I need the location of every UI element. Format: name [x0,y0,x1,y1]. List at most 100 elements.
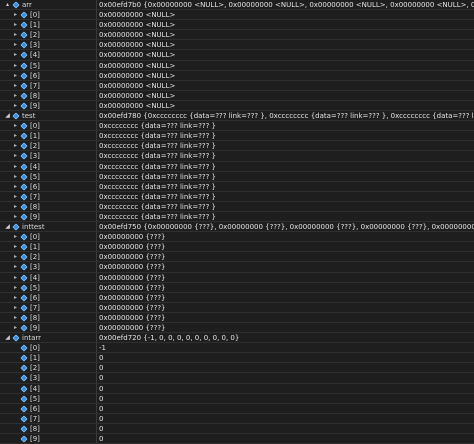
watch-row-element[interactable]: ▸ [4] 0x00000000 <NULL> [0,50,474,61]
value-cell[interactable]: 0 [97,404,474,413]
value-cell[interactable]: 0x00000000 <NULL> [97,91,474,100]
value-cell[interactable]: 0xcccccccc {data=??? link=??? } [97,121,474,130]
name-cell[interactable]: ▸ [4] [0,162,96,171]
name-cell[interactable]: ▸ [8] [0,91,96,100]
value-cell[interactable]: 0x00000000 <NULL> [97,20,474,29]
expand-arrow-icon[interactable]: ▸ [12,71,19,80]
watch-row-element[interactable]: ▸ [9] 0xcccccccc {data=??? link=??? } [0,212,474,223]
watch-row-element[interactable]: ▸ [8] 0x00000000 {???} [0,313,474,323]
value-cell[interactable]: 0xcccccccc {data=??? link=??? } [97,131,474,140]
expand-arrow-icon[interactable]: ▸ [12,50,19,59]
name-cell[interactable]: ▸ [5] [0,172,96,181]
expand-arrow-icon[interactable]: ▸ [12,81,19,90]
value-cell[interactable]: 0xcccccccc {data=??? link=??? } [97,212,474,221]
watch-row-element[interactable]: ▸ [0] 0xcccccccc {data=??? link=??? } [0,121,474,132]
name-cell[interactable]: ▸ [8] [0,202,96,211]
name-cell[interactable]: [0] [0,343,96,352]
watch-row-element[interactable]: [5] 0 [0,394,474,404]
expand-arrow-icon[interactable]: ▸ [12,141,19,150]
expand-arrow-icon[interactable]: ▸ [12,303,19,312]
watch-row-element[interactable]: ▸ [0] 0x00000000 {???} [0,232,474,243]
expand-arrow-icon[interactable]: ▸ [12,30,19,39]
name-cell[interactable]: ▸ [3] [0,262,96,271]
watch-row-root[interactable]: ◢ test 0x00efd780 {0xcccccccc {data=??? li… [0,111,474,122]
watch-row-element[interactable]: ▸ [7] 0xcccccccc {data=??? link=??? } [0,192,474,202]
expand-arrow-icon[interactable]: ▸ [12,192,19,201]
watch-row-element[interactable]: [4] 0 [0,384,474,394]
value-cell[interactable]: 0x00000000 <NULL> [97,50,474,59]
value-cell[interactable]: 0xcccccccc {data=??? link=??? } [97,202,474,211]
name-cell[interactable]: ▸ [1] [0,242,96,251]
name-cell[interactable]: [8] [0,424,96,433]
value-cell[interactable]: 0x00000000 {???} [97,242,474,251]
expand-arrow-icon[interactable]: ▸ [12,202,19,211]
value-cell[interactable]: -1 [97,343,474,352]
value-cell[interactable]: 0x00000000 <NULL> [97,40,474,49]
watch-row-element[interactable]: [2] 0 [0,363,474,374]
value-cell[interactable]: 0xcccccccc {data=??? link=??? } [97,172,474,181]
name-cell[interactable]: ▸ [0] [0,10,96,19]
name-cell[interactable]: ▸ [5] [0,283,96,292]
name-cell[interactable]: ▸ [4] [0,50,96,59]
watch-row-element[interactable]: ▸ [2] 0x00000000 <NULL> [0,30,474,41]
value-cell[interactable]: 0x00000000 {???} [97,303,474,312]
name-cell[interactable]: ▸ [1] [0,20,96,29]
name-cell[interactable]: ▸ [4] [0,273,96,282]
value-cell[interactable]: 0x00000000 {???} [97,232,474,241]
value-cell[interactable]: 0x00000000 <NULL> [97,81,474,90]
value-cell[interactable]: 0x00efd780 {0xcccccccc {data=??? link=??… [97,111,474,120]
watch-row-element[interactable]: ▸ [6] 0x00000000 {???} [0,293,474,303]
expand-arrow-icon[interactable]: ▸ [12,212,19,221]
watch-row-element[interactable]: ▸ [4] 0x00000000 {???} [0,273,474,283]
value-cell[interactable]: 0xcccccccc {data=??? link=??? } [97,162,474,171]
watch-row-element[interactable]: ▸ [0] 0x00000000 <NULL> [0,10,474,21]
name-cell[interactable]: ▸ [3] [0,151,96,160]
value-cell[interactable]: 0x00000000 <NULL> [97,10,474,19]
watch-row-root[interactable]: ◢ intarr 0x00efd720 {-1, 0, 0, 0, 0, 0, 0,… [0,333,474,344]
watch-row-element[interactable]: [9] 0 [0,434,474,444]
value-cell[interactable]: 0x00000000 {???} [97,313,474,322]
name-cell[interactable]: ▸ [0] [0,121,96,130]
watch-row-element[interactable]: ▸ [5] 0x00000000 {???} [0,283,474,293]
name-cell[interactable]: ▸ [8] [0,313,96,322]
name-cell[interactable]: ▴ arr [0,0,96,9]
watch-row-element[interactable]: ▸ [1] 0x00000000 <NULL> [0,20,474,31]
watch-row-element[interactable]: ▸ [7] 0x00000000 {???} [0,303,474,313]
value-cell[interactable]: 0x00000000 {???} [97,262,474,271]
value-cell[interactable]: 0 [97,394,474,403]
expand-arrow-icon[interactable]: ▸ [12,10,19,19]
watch-row-element[interactable]: ▸ [2] 0x00000000 {???} [0,252,474,263]
name-cell[interactable]: [5] [0,394,96,403]
name-cell[interactable]: ▸ [2] [0,252,96,261]
watch-row-element[interactable]: [3] 0 [0,373,474,384]
value-cell[interactable]: 0x00000000 <NULL> [97,101,474,110]
value-cell[interactable]: 0xcccccccc {data=??? link=??? } [97,192,474,201]
watch-row-element[interactable]: [6] 0 [0,404,474,414]
expand-arrow-icon[interactable]: ▸ [12,232,19,241]
expand-arrow-icon[interactable]: ▸ [12,313,19,322]
value-cell[interactable]: 0 [97,434,474,443]
expand-arrow-icon[interactable]: ▸ [12,323,19,332]
expand-arrow-icon[interactable]: ▸ [12,242,19,251]
name-cell[interactable]: ◢ test [0,111,96,120]
value-cell[interactable]: 0 [97,363,474,372]
name-cell[interactable]: ▸ [6] [0,182,96,191]
watch-row-element[interactable]: [1] 0 [0,353,474,364]
watch-row-root[interactable]: ◢ inttest 0x00efd750 {0x00000000 {???}, 0x… [0,222,474,233]
name-cell[interactable]: [6] [0,404,96,413]
collapse-arrow-icon[interactable]: ◢ [4,222,11,231]
watch-row-element[interactable]: [0] -1 [0,343,474,354]
value-cell[interactable]: 0xcccccccc {data=??? link=??? } [97,182,474,191]
expand-arrow-icon[interactable]: ▸ [12,162,19,171]
name-cell[interactable]: [7] [0,414,96,423]
value-cell[interactable]: 0x00efd750 {0x00000000 {???}, 0x00000000… [97,222,474,231]
expand-arrow-icon[interactable]: ▸ [12,293,19,302]
name-cell[interactable]: [9] [0,434,96,443]
watch-row-element[interactable]: ▸ [9] 0x00000000 {???} [0,323,474,334]
value-cell[interactable]: 0 [97,414,474,423]
value-cell[interactable]: 0x00000000 <NULL> [97,71,474,80]
watch-row-element[interactable]: ▸ [9] 0x00000000 <NULL> [0,101,474,112]
watch-row-element[interactable]: ▸ [1] 0xcccccccc {data=??? link=??? } [0,131,474,142]
name-cell[interactable]: ◢ intarr [0,333,96,342]
watch-row-element[interactable]: ▸ [3] 0xcccccccc {data=??? link=??? } [0,151,474,162]
